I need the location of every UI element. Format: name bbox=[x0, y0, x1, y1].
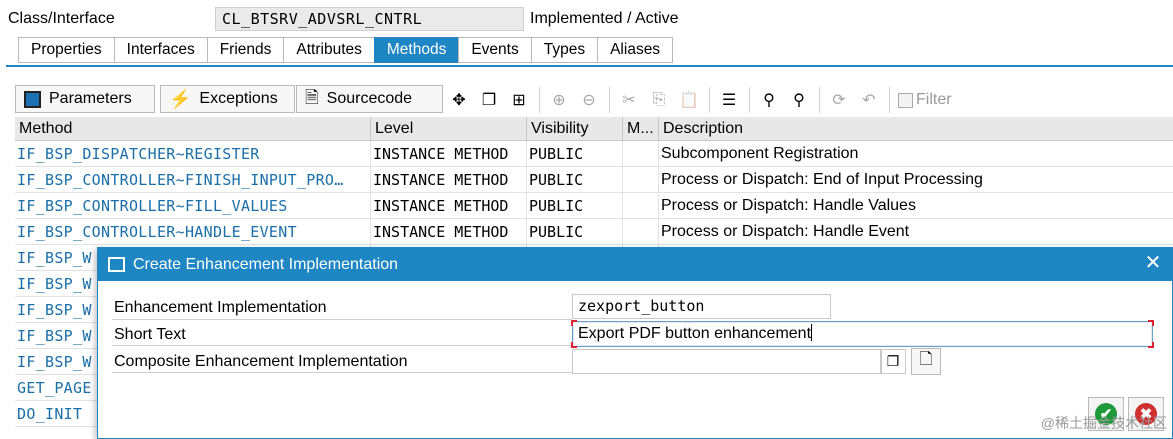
document-icon: 🗎 bbox=[305, 87, 319, 107]
table-row[interactable]: IF_BSP_CONTROLLER~FINISH_INPUT_PRO… INSTA… bbox=[15, 167, 1173, 193]
dialog-titlebar: Create Enhancement Implementation bbox=[98, 248, 1173, 281]
refresh-icon[interactable]: ⟳ bbox=[826, 87, 852, 113]
m-cell bbox=[623, 193, 659, 219]
find-icon[interactable]: ⚲ bbox=[756, 87, 782, 113]
visibility-cell: PUBLIC bbox=[527, 193, 623, 219]
table-header: Method Level Visibility M... Description bbox=[15, 117, 1173, 141]
parameters-icon bbox=[24, 90, 41, 108]
undo-icon[interactable]: ↶ bbox=[856, 87, 882, 113]
description-cell: Process or Dispatch: Handle Event bbox=[661, 223, 910, 240]
row-divider bbox=[112, 372, 572, 373]
copy-icon[interactable]: ⎘ bbox=[646, 87, 672, 113]
exceptions-label: Exceptions bbox=[199, 90, 278, 107]
enhancement-icon bbox=[108, 257, 125, 272]
focus-corner-tr bbox=[1148, 320, 1154, 326]
tab-attributes[interactable]: Attributes bbox=[283, 37, 374, 63]
description-cell: Process or Dispatch: Handle Values bbox=[661, 197, 916, 214]
table-row[interactable]: IF_BSP_DISPATCHER~REGISTER INSTANCE METHO… bbox=[15, 141, 1173, 167]
window-icon[interactable]: ❐ bbox=[476, 87, 502, 113]
value-help-icon[interactable]: ❐ bbox=[880, 349, 906, 374]
status-text: Implemented / Active bbox=[530, 10, 679, 27]
toolbar-separator bbox=[889, 87, 890, 113]
level-cell: INSTANCE METHOD bbox=[371, 193, 527, 219]
tab-interfaces[interactable]: Interfaces bbox=[113, 37, 207, 63]
exceptions-button[interactable]: ⚡ Exceptions bbox=[160, 85, 295, 113]
toolbar-separator bbox=[749, 87, 750, 113]
composite-label: Composite Enhancement Implementation bbox=[114, 353, 408, 370]
tab-properties[interactable]: Properties bbox=[18, 37, 114, 63]
table-row[interactable]: IF_BSP_CONTROLLER~HANDLE_EVENT INSTANCE M… bbox=[15, 219, 1173, 245]
tab-events[interactable]: Events bbox=[458, 37, 531, 63]
toolbar-separator bbox=[709, 87, 710, 113]
m-cell bbox=[623, 219, 659, 245]
delete-row-icon[interactable]: ⊖ bbox=[576, 87, 602, 113]
parameters-label: Parameters bbox=[49, 90, 132, 107]
m-cell bbox=[623, 167, 659, 193]
sourcecode-label: Sourcecode bbox=[326, 90, 413, 107]
visibility-cell: PUBLIC bbox=[527, 167, 623, 193]
composite-input[interactable] bbox=[572, 349, 882, 374]
visibility-cell: PUBLIC bbox=[527, 219, 623, 245]
paste-icon[interactable]: 📋 bbox=[676, 87, 702, 113]
m-cell bbox=[623, 141, 659, 167]
impl-label: Enhancement Implementation bbox=[114, 299, 327, 316]
create-composite-button[interactable]: 🗋 bbox=[911, 348, 941, 375]
toolbar-separator bbox=[609, 87, 610, 113]
column-method[interactable]: Method bbox=[15, 117, 371, 141]
table-row[interactable]: IF_BSP_CONTROLLER~FILL_VALUES INSTANCE ME… bbox=[15, 193, 1173, 219]
method-cell[interactable]: IF_BSP_CONTROLLER~FILL_VALUES bbox=[15, 193, 371, 219]
method-cell[interactable]: IF_BSP_DISPATCHER~REGISTER bbox=[15, 141, 371, 167]
class-interface-label: Class/Interface bbox=[8, 10, 115, 27]
create-enhancement-dialog: Create Enhancement Implementation ✕ Enha… bbox=[97, 247, 1173, 439]
toolbar-separator bbox=[819, 87, 820, 113]
description-cell: Process or Dispatch: End of Input Proces… bbox=[661, 171, 983, 188]
method-cell[interactable]: IF_BSP_CONTROLLER~FINISH_INPUT_PRO… bbox=[15, 167, 371, 193]
focus-corner-br bbox=[1148, 342, 1154, 348]
tab-friends[interactable]: Friends bbox=[206, 37, 284, 63]
tree-icon[interactable]: ⊞ bbox=[506, 87, 532, 113]
lightning-icon: ⚡ bbox=[169, 88, 192, 109]
watermark: @稀土掘金技术社区 bbox=[1040, 415, 1167, 431]
description-cell: Subcomponent Registration bbox=[661, 145, 859, 162]
dialog-title: Create Enhancement Implementation bbox=[133, 255, 399, 273]
method-cell[interactable]: IF_BSP_CONTROLLER~HANDLE_EVENT bbox=[15, 219, 371, 245]
column-m[interactable]: M... bbox=[623, 117, 659, 141]
find-next-icon[interactable]: ⚲ bbox=[786, 87, 812, 113]
short-text-input[interactable]: Export PDF button enhancement bbox=[571, 320, 1154, 348]
class-name-field[interactable]: CL_BTSRV_ADVSRL_CNTRL bbox=[215, 7, 524, 31]
column-level[interactable]: Level bbox=[371, 117, 527, 141]
impl-name-input[interactable]: zexport_button bbox=[572, 294, 831, 319]
filter-checkbox[interactable]: Filter bbox=[898, 91, 952, 109]
filter-label: Filter bbox=[916, 91, 952, 108]
method-toolbar: Parameters ⚡ Exceptions 🗎 Sourcecode ✥ ❐… bbox=[15, 85, 1173, 115]
main-tabs: Properties Interfaces Friends Attributes… bbox=[18, 37, 674, 63]
tab-methods[interactable]: Methods bbox=[373, 37, 459, 63]
tab-types[interactable]: Types bbox=[530, 37, 598, 63]
new-document-icon: 🗋 bbox=[919, 351, 933, 368]
row-divider bbox=[112, 345, 572, 346]
column-description[interactable]: Description bbox=[659, 117, 1173, 141]
visibility-cell: PUBLIC bbox=[527, 141, 623, 167]
short-text-value: Export PDF button enhancement bbox=[578, 325, 812, 342]
insert-row-icon[interactable]: ⊕ bbox=[546, 87, 572, 113]
focus-corner-tl bbox=[571, 320, 577, 326]
align-icon[interactable]: ☰ bbox=[716, 87, 742, 113]
sourcecode-button[interactable]: 🗎 Sourcecode bbox=[296, 85, 443, 113]
tab-underline bbox=[6, 65, 1173, 67]
close-icon[interactable]: ✕ bbox=[1142, 252, 1164, 274]
row-divider bbox=[112, 319, 572, 320]
level-cell: INSTANCE METHOD bbox=[371, 219, 527, 245]
cut-icon[interactable]: ✂ bbox=[616, 87, 642, 113]
puzzle-icon[interactable]: ✥ bbox=[446, 87, 472, 113]
level-cell: INSTANCE METHOD bbox=[371, 141, 527, 167]
checkbox-icon bbox=[898, 92, 913, 108]
parameters-button[interactable]: Parameters bbox=[15, 85, 155, 113]
column-visibility[interactable]: Visibility bbox=[527, 117, 623, 141]
toolbar-separator bbox=[539, 87, 540, 113]
level-cell: INSTANCE METHOD bbox=[371, 167, 527, 193]
short-text-label: Short Text bbox=[114, 326, 186, 343]
text-cursor bbox=[811, 324, 813, 341]
tab-aliases[interactable]: Aliases bbox=[597, 37, 674, 63]
focus-corner-bl bbox=[571, 342, 577, 348]
